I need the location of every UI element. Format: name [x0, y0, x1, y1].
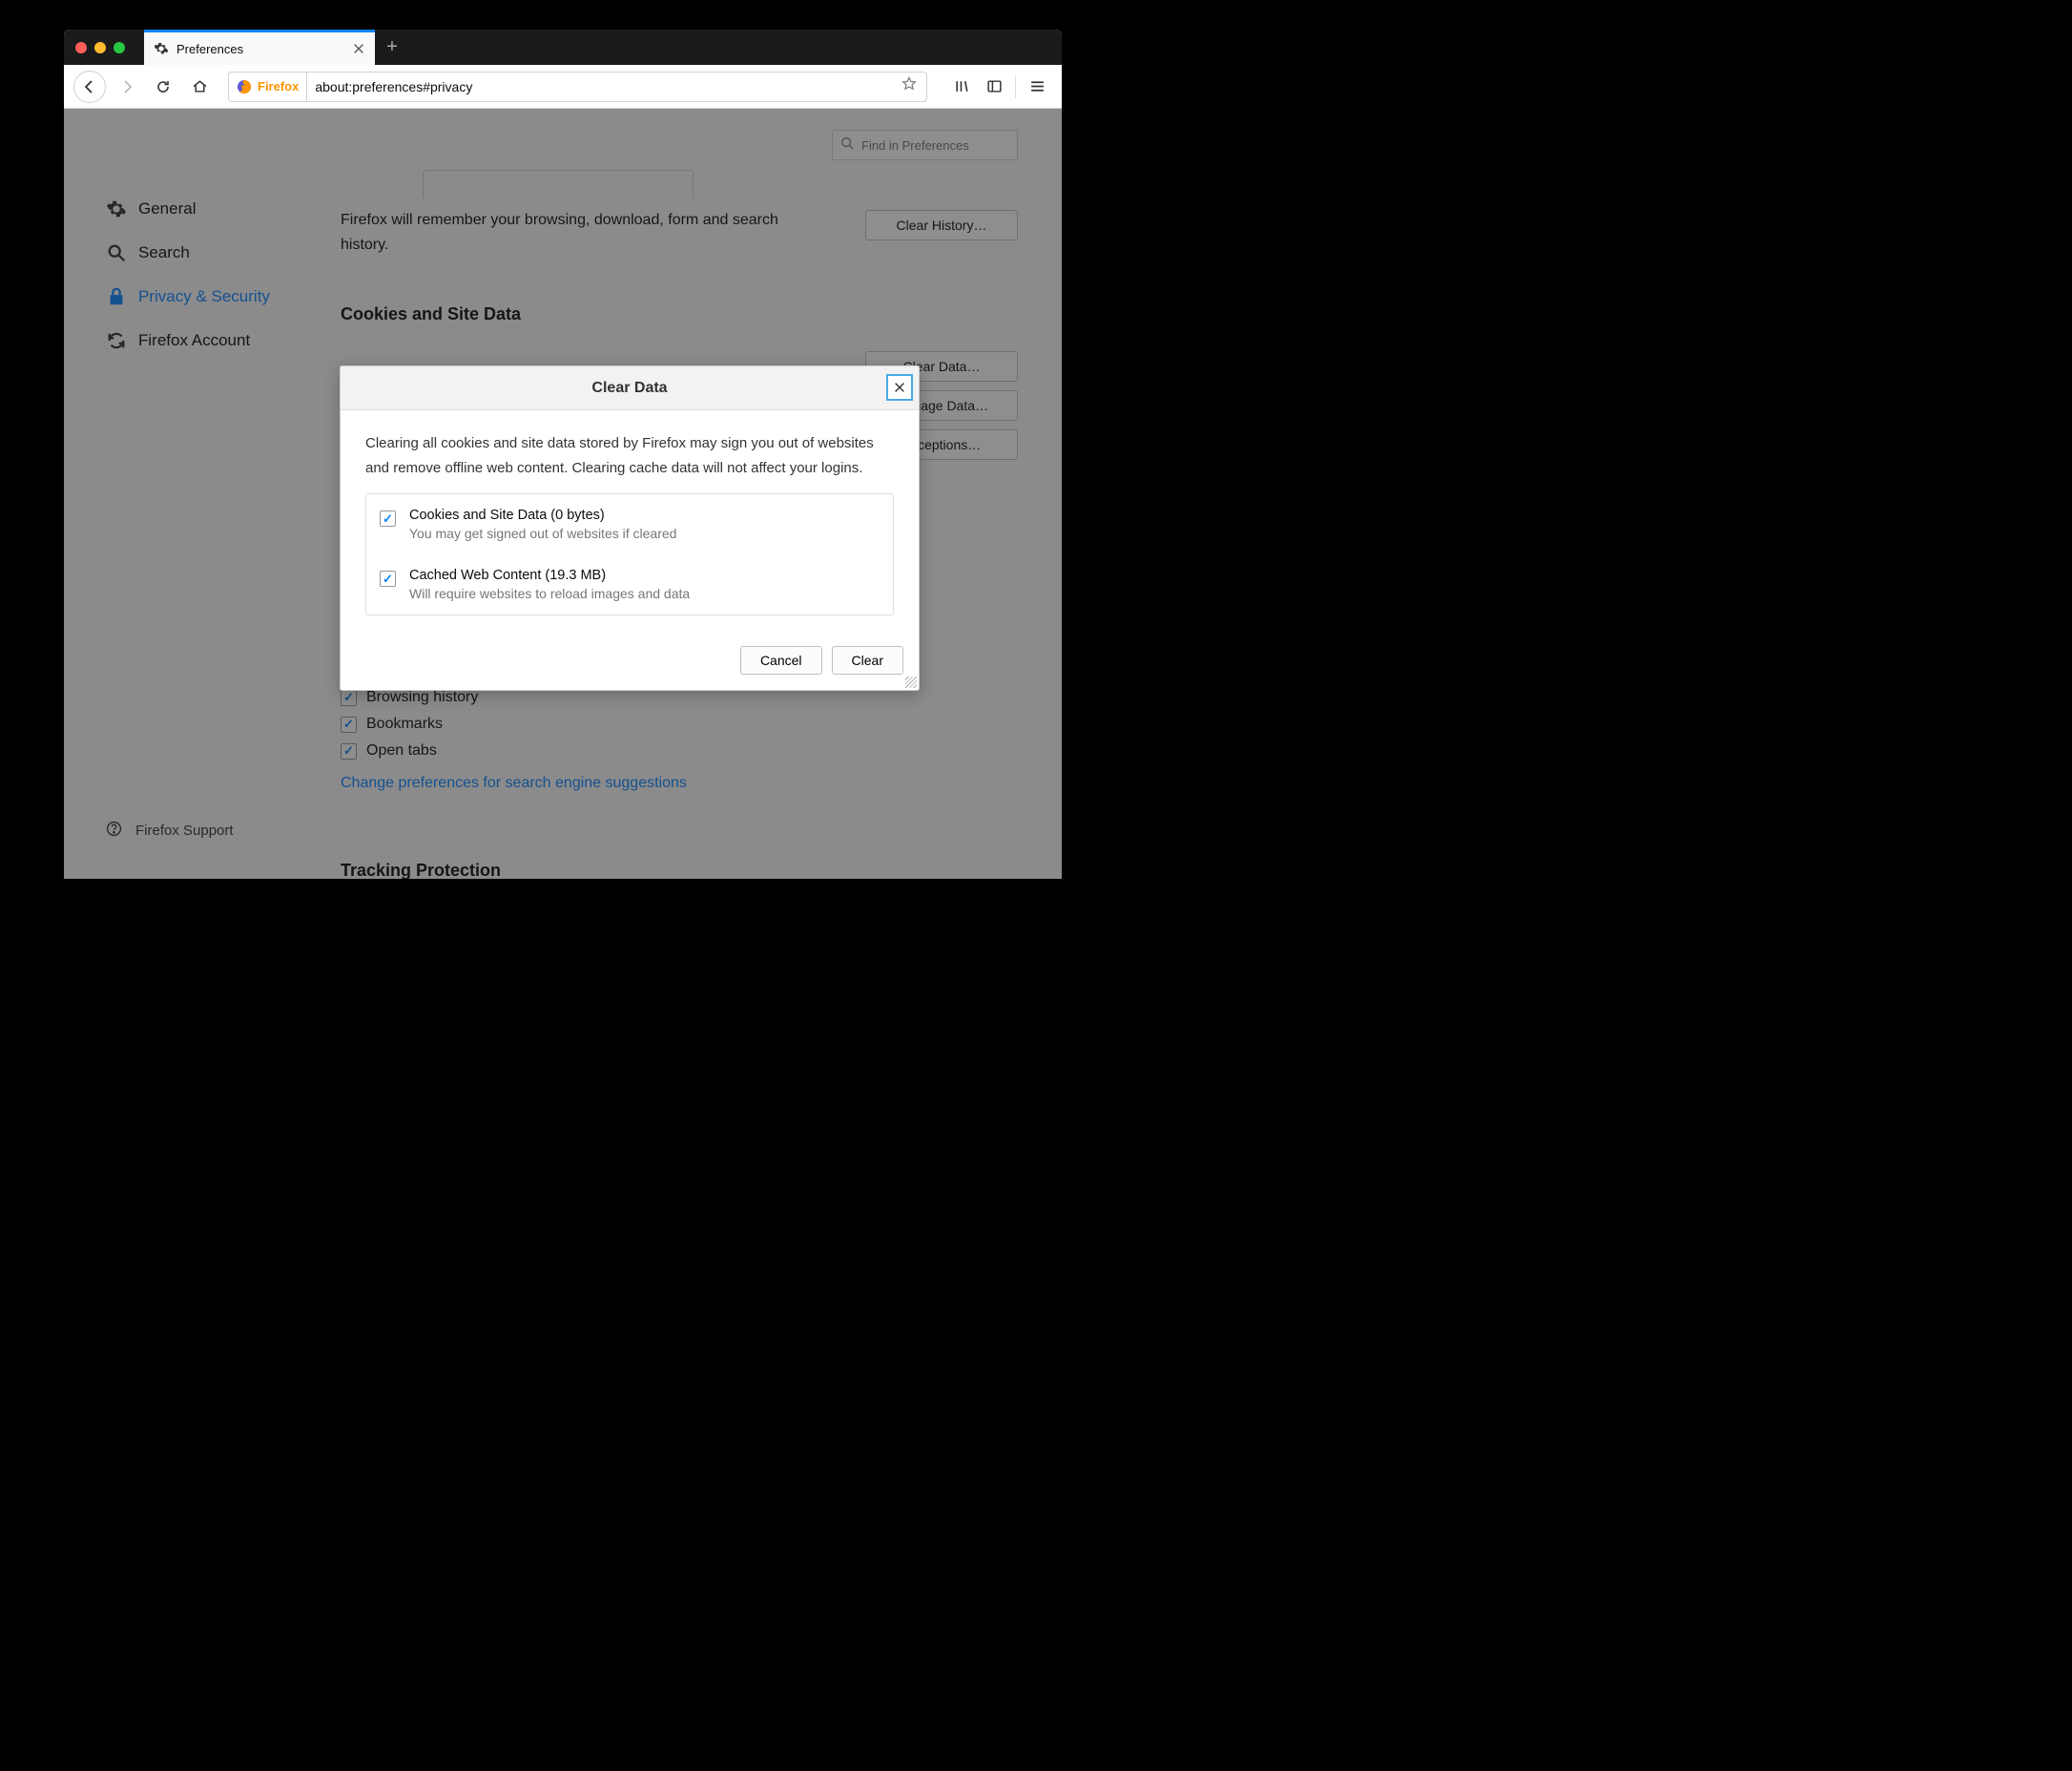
browser-window: Preferences + Firefox about: — [64, 30, 1062, 879]
option-cookies[interactable]: Cookies and Site Data (0 bytes) You may … — [366, 494, 893, 554]
new-tab-button[interactable]: + — [375, 30, 409, 65]
dialog-close-button[interactable] — [886, 374, 913, 401]
library-button[interactable] — [946, 72, 977, 102]
dialog-footer: Cancel Clear — [341, 636, 919, 690]
minimize-window-button[interactable] — [94, 42, 106, 53]
dialog-title: Clear Data — [591, 380, 667, 397]
gear-icon — [154, 41, 169, 56]
dialog-body: Clearing all cookies and site data store… — [341, 410, 919, 636]
resize-handle[interactable] — [905, 677, 917, 688]
dialog-description: Clearing all cookies and site data store… — [365, 431, 894, 480]
firefox-icon — [237, 79, 252, 94]
clear-data-dialog: Clear Data Clearing all cookies and site… — [340, 365, 920, 691]
toolbar-right — [946, 72, 1052, 102]
back-button[interactable] — [73, 71, 106, 103]
option-subtitle: You may get signed out of websites if cl… — [409, 526, 676, 541]
option-title: Cookies and Site Data (0 bytes) — [409, 508, 676, 523]
url-bar[interactable]: Firefox about:preferences#privacy — [228, 72, 927, 102]
nav-toolbar: Firefox about:preferences#privacy — [64, 65, 1062, 109]
checkbox[interactable] — [380, 510, 396, 527]
url-identity-box[interactable]: Firefox — [229, 73, 307, 101]
url-address[interactable]: about:preferences#privacy — [307, 79, 892, 94]
option-title: Cached Web Content (19.3 MB) — [409, 568, 690, 583]
close-window-button[interactable] — [75, 42, 87, 53]
forward-button[interactable] — [112, 72, 142, 102]
option-subtitle: Will require websites to reload images a… — [409, 586, 690, 601]
home-button[interactable] — [184, 72, 215, 102]
tab-bar: Preferences + — [64, 30, 1062, 65]
reload-button[interactable] — [148, 72, 178, 102]
checkbox[interactable] — [380, 571, 396, 587]
sidebar-button[interactable] — [979, 72, 1009, 102]
dialog-header: Clear Data — [341, 366, 919, 410]
tab-title: Preferences — [176, 42, 344, 56]
cancel-button[interactable]: Cancel — [740, 646, 822, 675]
bookmark-star-icon[interactable] — [892, 76, 926, 96]
clear-button[interactable]: Clear — [832, 646, 903, 675]
option-cache[interactable]: Cached Web Content (19.3 MB) Will requir… — [366, 554, 893, 615]
maximize-window-button[interactable] — [114, 42, 125, 53]
close-tab-icon[interactable] — [352, 42, 365, 55]
url-brand-label: Firefox — [258, 79, 299, 94]
window-controls — [64, 30, 144, 65]
menu-button[interactable] — [1022, 72, 1052, 102]
dialog-options: Cookies and Site Data (0 bytes) You may … — [365, 493, 894, 615]
tab-preferences[interactable]: Preferences — [144, 30, 375, 65]
